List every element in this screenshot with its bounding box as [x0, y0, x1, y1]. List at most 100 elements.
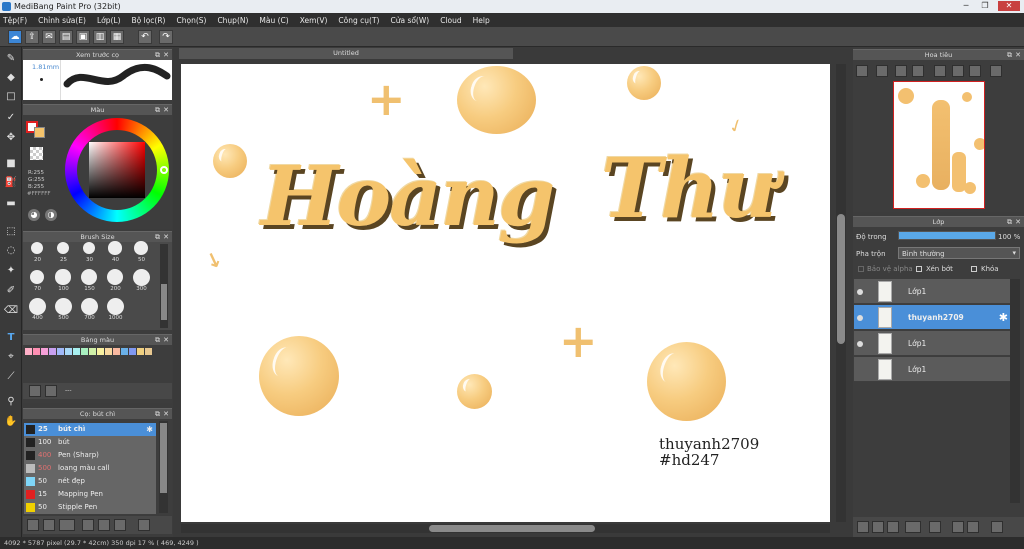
- text-tool-icon[interactable]: T: [3, 330, 19, 346]
- layer-row[interactable]: Lớp1: [854, 357, 1010, 382]
- settings-doc-icon[interactable]: ▦: [110, 30, 124, 44]
- duplicate-icon[interactable]: [114, 519, 126, 531]
- eye-icon[interactable]: [857, 289, 863, 295]
- palette-swatch[interactable]: [49, 348, 56, 355]
- fit-icon[interactable]: [895, 65, 907, 77]
- menu-filter[interactable]: Bộ lọc(R): [132, 16, 166, 25]
- divide-tool-icon[interactable]: ⟋: [3, 369, 19, 385]
- reset-rotation-icon[interactable]: [952, 65, 964, 77]
- select-tool-icon[interactable]: ⬚: [3, 224, 19, 240]
- menu-tools[interactable]: Công cụ(T): [338, 16, 379, 25]
- color-mode-icon[interactable]: ◑: [45, 209, 57, 221]
- transparent-swatch[interactable]: [30, 147, 43, 160]
- menu-select[interactable]: Chọn(S): [176, 16, 206, 25]
- rotate-left-icon[interactable]: [934, 65, 946, 77]
- comment-icon[interactable]: ✉: [42, 30, 56, 44]
- brush-size-option[interactable]: 30: [77, 236, 102, 264]
- brush-size-option[interactable]: 300: [129, 265, 154, 293]
- folder-icon[interactable]: [929, 521, 941, 533]
- gear-icon[interactable]: ✱: [999, 311, 1008, 324]
- brush-size-option[interactable]: 500: [51, 294, 76, 322]
- brush-size-option[interactable]: 50: [129, 236, 154, 264]
- trash-icon[interactable]: [138, 519, 150, 531]
- palette-swatch[interactable]: [57, 348, 64, 355]
- brush-size-option[interactable]: 400: [25, 294, 50, 322]
- brush-list-item[interactable]: 100 bút: [24, 436, 156, 449]
- menu-view[interactable]: Xem(V): [300, 16, 328, 25]
- lock-checkbox[interactable]: [971, 266, 977, 272]
- gear-icon[interactable]: ✱: [146, 423, 153, 436]
- trash-icon[interactable]: [991, 521, 1003, 533]
- palette-swatch[interactable]: [113, 348, 120, 355]
- palette-swatch[interactable]: [25, 348, 32, 355]
- folder-icon[interactable]: [98, 519, 110, 531]
- brush-size-option[interactable]: 40: [103, 236, 128, 264]
- brush-list-scrollbar[interactable]: [159, 421, 168, 513]
- palette-swatch[interactable]: [97, 348, 104, 355]
- palette-swatch[interactable]: [121, 348, 128, 355]
- layer-scrollbar[interactable]: [1010, 279, 1020, 503]
- magic-wand-tool-icon[interactable]: ✦: [3, 263, 19, 279]
- maximize-button[interactable]: ❐: [977, 1, 993, 11]
- eraser-tool-icon[interactable]: ◆: [3, 70, 19, 86]
- brush-size-option[interactable]: 200: [103, 265, 128, 293]
- brush-list-item[interactable]: 50 Stipple Pen: [24, 501, 156, 514]
- operation-tool-icon[interactable]: ⌖: [3, 349, 19, 365]
- lasso-tool-icon[interactable]: ◌: [3, 243, 19, 259]
- brush-size-option[interactable]: 150: [77, 265, 102, 293]
- palette-swatch[interactable]: [33, 348, 40, 355]
- zoom-out-icon[interactable]: [912, 65, 924, 77]
- layer-row[interactable]: thuyanh2709 ✱: [854, 305, 1010, 330]
- menu-file[interactable]: Tệp(F): [3, 16, 27, 25]
- close-button[interactable]: ✕: [998, 1, 1020, 11]
- new-halftone-layer-icon[interactable]: [872, 521, 884, 533]
- shape-tool-icon[interactable]: □: [3, 89, 19, 105]
- hue-marker[interactable]: [160, 166, 168, 174]
- merge-layer-icon[interactable]: [967, 521, 979, 533]
- brush-size-option[interactable]: 1000: [103, 294, 128, 322]
- brush-size-option[interactable]: 700: [77, 294, 102, 322]
- zoom-in-icon[interactable]: [876, 65, 888, 77]
- canvas-vertical-scrollbar[interactable]: [836, 64, 846, 522]
- move-tool-icon[interactable]: ✥: [3, 130, 19, 146]
- opacity-slider[interactable]: [898, 231, 996, 240]
- canvas-horizontal-scrollbar[interactable]: [181, 524, 830, 533]
- menu-layer[interactable]: Lớp(L): [97, 16, 121, 25]
- brush-size-scrollbar[interactable]: [160, 244, 168, 328]
- eye-icon[interactable]: [857, 315, 863, 321]
- clipping-checkbox[interactable]: [916, 266, 922, 272]
- brush-size-option[interactable]: 25: [51, 236, 76, 264]
- duplicate-layer-icon[interactable]: [952, 521, 964, 533]
- flip-icon[interactable]: [990, 65, 1002, 77]
- upload-icon[interactable]: ⇪: [25, 30, 39, 44]
- new-brush-icon[interactable]: [43, 519, 55, 531]
- navigator-thumbnail[interactable]: [893, 81, 985, 209]
- palette-swatch[interactable]: [145, 348, 152, 355]
- brush-list-item[interactable]: 500 loang màu call: [24, 462, 156, 475]
- saturation-value-square[interactable]: [89, 142, 145, 198]
- menu-snap[interactable]: Chụp(N): [217, 16, 248, 25]
- new-file-icon[interactable]: ▤: [59, 30, 73, 44]
- gradient-tool-icon[interactable]: ▬: [3, 196, 19, 212]
- trash-icon[interactable]: [45, 385, 57, 397]
- brush-settings-icon[interactable]: [82, 519, 94, 531]
- dot-tool-icon[interactable]: ✓: [3, 110, 19, 126]
- menu-window[interactable]: Cửa sổ(W): [390, 16, 429, 25]
- cloud-icon[interactable]: ☁: [8, 30, 22, 44]
- new-8bit-layer-icon[interactable]: [887, 521, 899, 533]
- document-tab[interactable]: Untitled: [179, 48, 513, 59]
- minimize-button[interactable]: ─: [958, 1, 974, 11]
- palette-swatch[interactable]: [129, 348, 136, 355]
- palette-swatch[interactable]: [137, 348, 144, 355]
- rotate-right-icon[interactable]: [969, 65, 981, 77]
- brush-tool-icon[interactable]: ✎: [3, 51, 19, 67]
- palette-icon[interactable]: ◕: [28, 209, 40, 221]
- palette-swatch[interactable]: [73, 348, 80, 355]
- brush-menu-icon[interactable]: [59, 519, 75, 531]
- brush-size-option[interactable]: 100: [51, 265, 76, 293]
- menu-edit[interactable]: Chỉnh sửa(E): [38, 16, 86, 25]
- fill-rect-tool-icon[interactable]: ■: [3, 156, 19, 172]
- menu-cloud[interactable]: Cloud: [440, 16, 461, 25]
- export-icon[interactable]: ▥: [93, 30, 107, 44]
- brush-list-item[interactable]: 15 Mapping Pen: [24, 488, 156, 501]
